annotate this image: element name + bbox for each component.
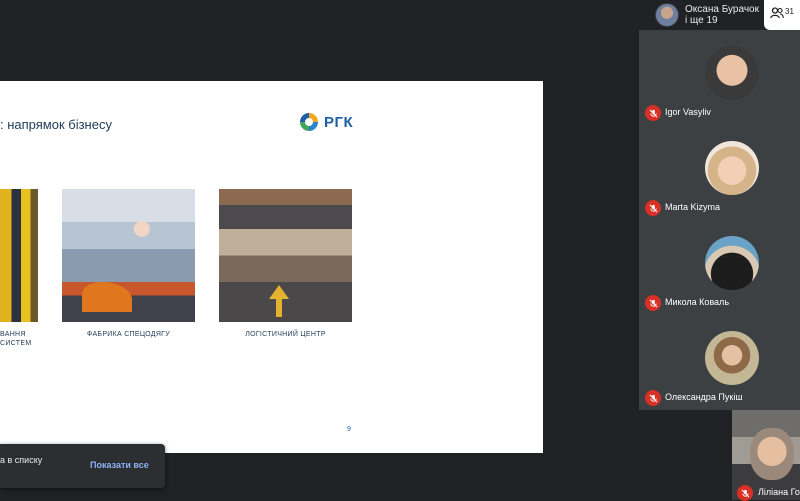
participant-video [750, 428, 794, 480]
mic-off-icon [645, 295, 661, 311]
presenter-name: Оксана Бурачок і ще 19 [685, 4, 759, 26]
people-button[interactable]: 31 [764, 0, 800, 30]
floor-arrow-icon [269, 285, 289, 299]
mic-off-icon [737, 485, 753, 501]
notification-toast: а в списку Показати все [0, 444, 165, 488]
floor-arrow-stem [276, 299, 282, 317]
caption-logistics-center: ЛОГІСТИЧНИЙ ЦЕНТР [245, 331, 326, 338]
people-count: 31 [785, 6, 794, 16]
logo-mark-icon [300, 113, 318, 131]
presenter-avatar [655, 3, 679, 27]
participant-avatar [705, 141, 759, 195]
slide-page-number: 9 [347, 426, 351, 433]
company-logo: РГК [298, 111, 353, 133]
participant-name: Олександра Пукіш [665, 392, 743, 402]
participant-video-tile[interactable]: Ліліана Го [732, 410, 800, 501]
participant-name: Igor Vasyliv [665, 107, 711, 117]
logo-text: РГК [324, 113, 354, 131]
slide-title: : напрямок бізнесу [0, 117, 112, 132]
mic-off-icon [645, 390, 661, 406]
mic-off-icon [645, 200, 661, 216]
participant-name: Marta Kizyma [665, 202, 721, 212]
participant-avatar [705, 236, 759, 290]
participant-name: Ліліана Го [758, 487, 800, 497]
participant-name: Микола Коваль [665, 297, 730, 307]
participant-tile[interactable]: Микола Коваль [639, 220, 800, 315]
presenter-name-line1: Оксана Бурачок [685, 4, 759, 15]
caption-first-line1: ВАННЯ [0, 331, 26, 338]
photo-equipment [0, 189, 38, 322]
caption-first-line2: СИСТЕМ [0, 340, 32, 347]
participant-tile[interactable]: Igor Vasyliv [639, 30, 800, 125]
participant-tile[interactable]: Олександра Пукіш [639, 315, 800, 410]
show-all-button[interactable]: Показати все [90, 460, 149, 470]
presenter-chip[interactable]: Оксана Бурачок і ще 19 [655, 0, 765, 30]
photo-clothing-factory [62, 189, 195, 322]
toast-message: а в списку [0, 455, 43, 465]
caption-clothing-factory: ФАБРИКА СПЕЦОДЯГУ [86, 331, 171, 338]
participant-tile[interactable]: Marta Kizyma [639, 125, 800, 220]
people-icon [770, 6, 784, 24]
mic-off-icon [645, 105, 661, 121]
participant-avatar [705, 331, 759, 385]
photo-logistics-center [219, 189, 352, 322]
shared-slide: : напрямок бізнесу РГК ВАННЯ СИСТЕМ ФАБР… [0, 81, 543, 453]
participant-avatar [705, 46, 759, 100]
presenter-name-line2: і ще 19 [685, 15, 718, 26]
